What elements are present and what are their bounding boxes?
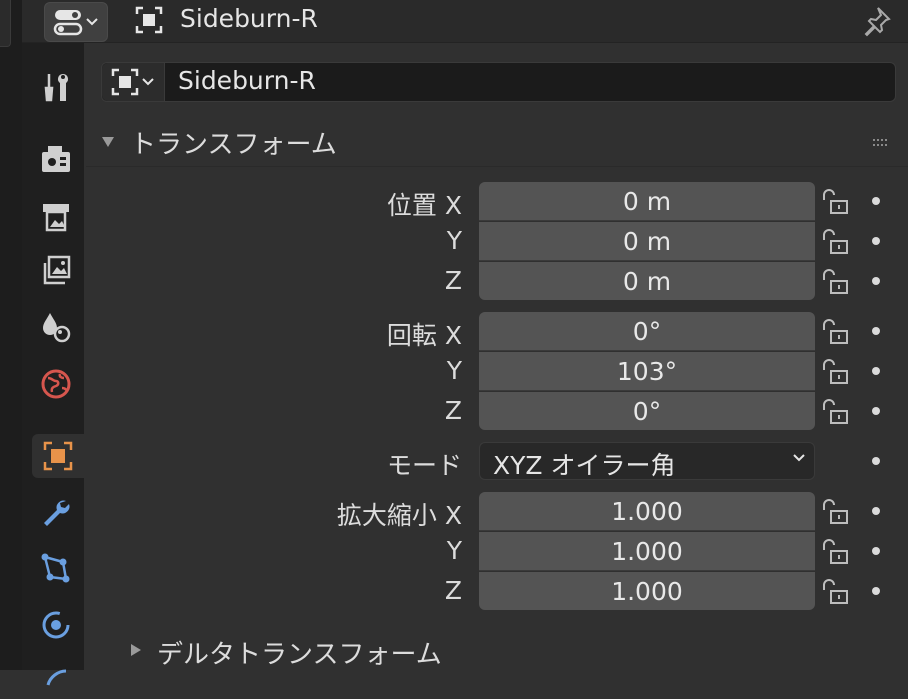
tab-view-layer[interactable] <box>32 249 80 293</box>
rotation-z-label: Z <box>444 396 462 425</box>
lock-icon[interactable] <box>820 538 850 566</box>
chevron-down-icon <box>793 454 805 462</box>
collapse-arrow-icon[interactable] <box>102 137 114 147</box>
object-name-text: Sideburn-R <box>178 66 316 95</box>
rotation-z-field[interactable]: 0° <box>479 392 815 430</box>
object-icon <box>111 68 139 96</box>
keyframe-dot-icon[interactable] <box>872 327 880 335</box>
region-handle[interactable] <box>0 0 11 47</box>
tab-render[interactable] <box>32 137 80 181</box>
header-title: Sideburn-R <box>180 4 318 33</box>
lock-icon[interactable] <box>820 578 850 606</box>
particles-icon <box>41 553 70 583</box>
pin-icon[interactable] <box>860 5 892 37</box>
lock-icon[interactable] <box>820 188 850 216</box>
location-y-field[interactable]: 0 m <box>479 222 815 261</box>
object-name-field[interactable]: Sideburn-R <box>101 62 896 102</box>
rotation-label: 回転 X <box>386 321 462 350</box>
object-tab-icon <box>43 441 73 471</box>
lock-icon[interactable] <box>820 318 850 346</box>
scale-z-label: Z <box>444 576 462 605</box>
rotation-y-label: Y <box>446 356 462 385</box>
keyframe-dot-icon[interactable] <box>872 547 880 555</box>
keyframe-dot-icon[interactable] <box>872 367 880 375</box>
object-data-selector[interactable] <box>102 63 165 101</box>
expand-arrow-icon[interactable] <box>131 644 141 656</box>
scale-label: 拡大縮小 X <box>336 501 462 530</box>
physics-icon <box>42 611 70 639</box>
chevron-down-icon <box>86 18 98 26</box>
scale-y-field[interactable]: 1.000 <box>479 532 815 571</box>
lock-icon[interactable] <box>820 358 850 386</box>
lock-icon[interactable] <box>820 498 850 526</box>
constraints-icon <box>46 669 67 686</box>
transform-panel-title[interactable]: トランスフォーム <box>130 124 337 161</box>
tab-scene[interactable] <box>32 305 80 349</box>
location-x-field[interactable]: 0 m <box>479 182 815 221</box>
scale-z-field[interactable]: 1.000 <box>479 572 815 610</box>
tab-tool[interactable] <box>32 66 80 110</box>
output-icon <box>43 204 69 232</box>
object-icon <box>135 6 163 34</box>
tab-object[interactable] <box>32 434 84 478</box>
location-z-field[interactable]: 0 m <box>479 262 815 300</box>
editor-type-button[interactable] <box>44 2 108 42</box>
drag-grip-icon[interactable] <box>872 137 888 147</box>
divider <box>86 166 908 167</box>
lock-icon[interactable] <box>820 228 850 256</box>
tab-particles[interactable] <box>32 546 80 590</box>
delta-transform-panel-title[interactable]: デルタトランスフォーム <box>157 634 442 671</box>
lock-icon[interactable] <box>820 398 850 426</box>
keyframe-dot-icon[interactable] <box>872 237 880 245</box>
properties-editor-icon <box>53 10 83 36</box>
tool-icon <box>44 74 68 102</box>
tab-constraints[interactable] <box>32 655 80 699</box>
chevron-down-icon <box>142 78 154 86</box>
view-layer-icon <box>43 255 71 285</box>
scene-icon <box>43 313 71 343</box>
tab-world[interactable] <box>32 362 80 406</box>
rotation-x-field[interactable]: 0° <box>479 312 815 351</box>
keyframe-dot-icon[interactable] <box>872 197 880 205</box>
left-edge-strip <box>0 0 22 670</box>
scale-x-field[interactable]: 1.000 <box>479 492 815 531</box>
keyframe-dot-icon[interactable] <box>872 507 880 515</box>
scale-y-label: Y <box>446 536 462 565</box>
location-z-label: Z <box>444 266 462 295</box>
keyframe-dot-icon[interactable] <box>872 277 880 285</box>
keyframe-dot-icon[interactable] <box>872 407 880 415</box>
keyframe-dot-icon[interactable] <box>872 587 880 595</box>
properties-tab-bar <box>22 0 84 686</box>
tab-modifiers[interactable] <box>32 491 80 535</box>
tab-physics[interactable] <box>32 603 80 647</box>
world-icon <box>41 369 71 399</box>
mode-label: モード <box>386 451 462 480</box>
rotation-y-field[interactable]: 103° <box>479 352 815 391</box>
rotation-mode-value: XYZ オイラー角 <box>493 451 676 480</box>
tab-output[interactable] <box>32 194 80 238</box>
lock-icon[interactable] <box>820 268 850 296</box>
rotation-mode-dropdown[interactable]: XYZ オイラー角 <box>479 442 815 480</box>
location-y-label: Y <box>446 226 462 255</box>
location-label: 位置 X <box>386 191 462 220</box>
modifier-icon <box>44 500 70 526</box>
render-icon <box>42 146 70 172</box>
keyframe-dot-icon[interactable] <box>872 457 880 465</box>
